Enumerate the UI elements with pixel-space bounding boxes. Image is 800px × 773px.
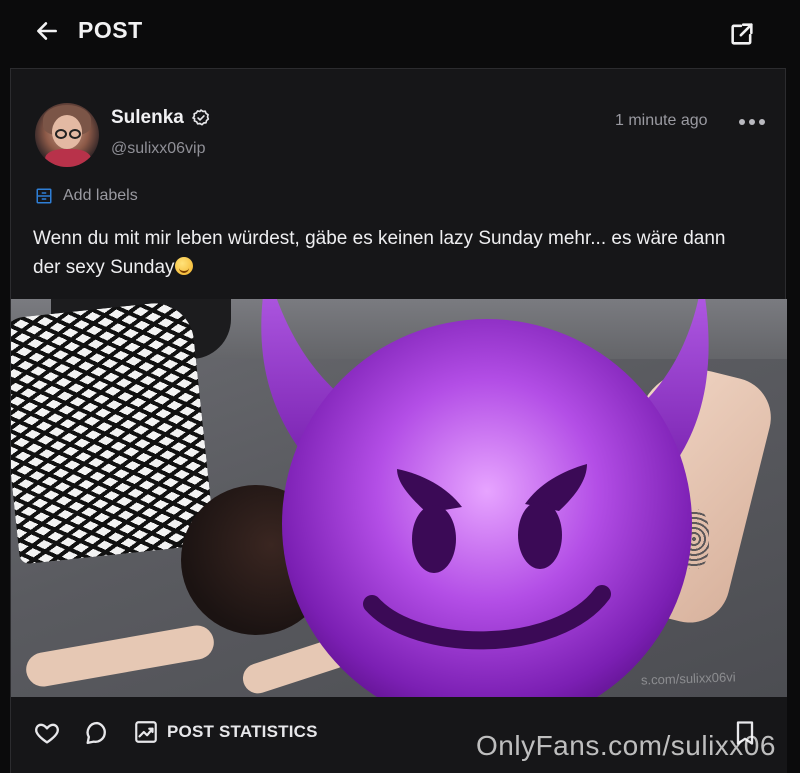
verified-badge-icon [192,109,210,126]
author-name[interactable]: Sulenka [111,107,184,129]
avatar-glasses-left [55,129,67,139]
post-statistics-label: POST STATISTICS [167,722,318,741]
dot [739,119,745,125]
post-timestamp: 1 minute ago [615,112,708,129]
post-statistics-button[interactable]: POST STATISTICS [133,717,318,747]
add-labels-label: Add labels [63,187,138,204]
add-labels-button[interactable]: Add labels [35,185,138,207]
smile-emoji-icon [174,257,193,275]
avatar[interactable] [35,103,99,167]
top-bar: POST [0,0,800,68]
heart-icon[interactable] [33,719,61,747]
avatar-glasses-right [69,129,81,139]
dot [749,119,755,125]
page-title: POST [78,17,143,43]
post-image[interactable]: s.com/sulixx06vi [11,299,787,697]
post-caption: Wenn du mit mir leben würdest, gäbe es k… [33,224,753,282]
more-dots-icon[interactable] [739,119,765,127]
post-card: Sulenka @sulixx06vip 1 minute ago Add la… [10,68,787,773]
chart-icon [135,721,157,743]
avatar-shirt [45,149,91,167]
arrow-left-icon[interactable] [34,18,60,44]
label-icon [36,188,52,204]
zigzag-pillow [11,299,216,565]
author-handle[interactable]: @sulixx06vip [111,140,206,158]
onlyfans-watermark: OnlyFans.com/sulixx06 [476,730,776,761]
comment-icon[interactable] [83,719,111,747]
devil-emoji-icon [261,299,709,697]
dot [759,119,765,125]
caption-text: Wenn du mit mir leben würdest, gäbe es k… [33,228,726,278]
share-icon[interactable] [728,20,756,48]
